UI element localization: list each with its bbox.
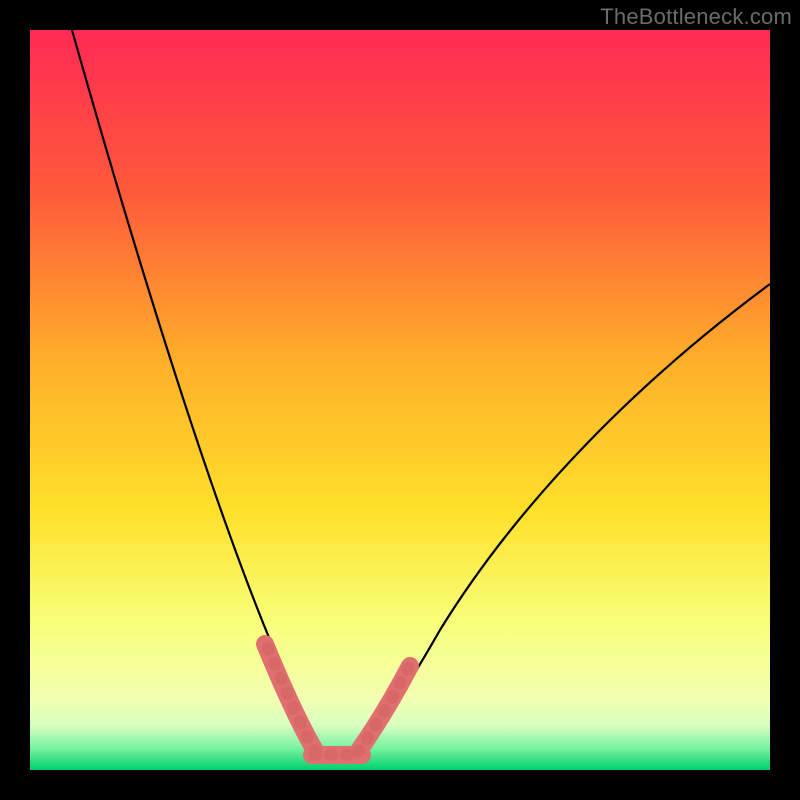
plot-background [30, 30, 770, 770]
watermark-label: TheBottleneck.com [600, 4, 792, 30]
chart-frame: TheBottleneck.com [0, 0, 800, 800]
bottleneck-chart [0, 0, 800, 800]
